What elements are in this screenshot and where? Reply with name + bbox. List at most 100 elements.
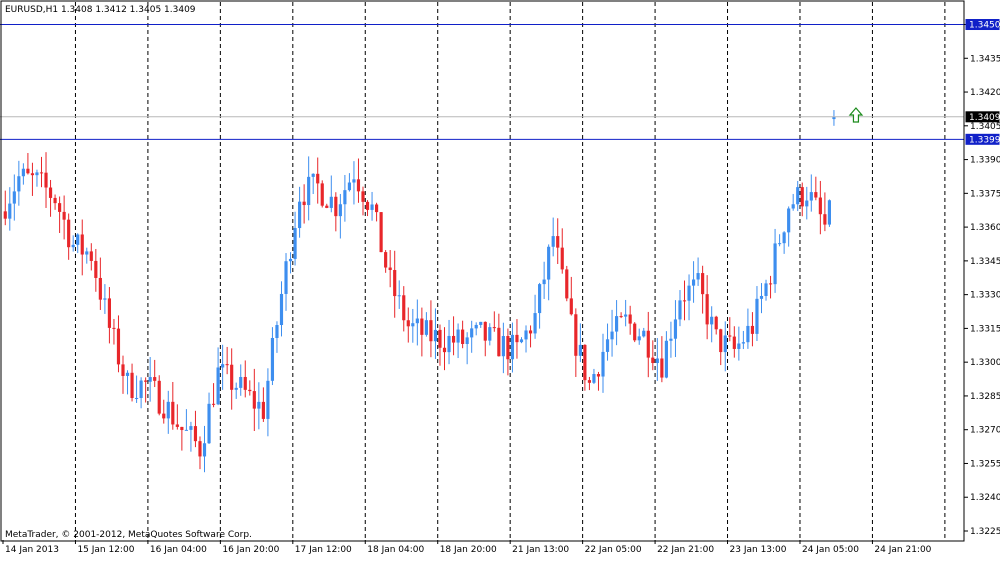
candle-body <box>569 298 573 315</box>
candle-body <box>678 300 682 320</box>
candle-body <box>329 196 333 208</box>
time-tick-label: 15 Jan 12:00 <box>77 545 134 555</box>
candle-body <box>98 277 102 300</box>
candle-body <box>266 380 270 419</box>
candle-body <box>116 328 121 365</box>
candle-body <box>474 324 478 329</box>
copyright-text: MetaTrader, © 2001-2012, MetaQuotes Soft… <box>5 530 252 540</box>
candle-body <box>58 203 62 212</box>
time-tick-label: 23 Jan 13:00 <box>730 545 787 555</box>
time-tick-label: 17 Jan 12:00 <box>295 545 352 555</box>
candle-body <box>71 244 75 248</box>
candle-body <box>691 279 696 286</box>
candle-body <box>651 357 655 364</box>
candle-body <box>393 270 397 297</box>
candle-body <box>592 374 596 383</box>
candle-body <box>637 336 641 341</box>
time-tick-label: 16 Jan 04:00 <box>150 545 207 555</box>
candle-body <box>243 376 247 390</box>
candle-body <box>139 380 143 398</box>
candle-body <box>556 236 560 248</box>
candle-body <box>30 173 35 176</box>
candle-body <box>633 323 637 341</box>
candle-body <box>560 247 564 270</box>
candle-body <box>510 334 515 360</box>
candle-body <box>456 329 460 343</box>
candle-body <box>750 325 755 334</box>
level-badge-label: 1.3399 <box>969 135 1000 145</box>
chart-canvas[interactable]: 1.3450 1.3435 1.3420 1.3405 1.3390 1.3375 1.33… <box>0 0 1000 557</box>
symbol-header: EURUSD,H1 1.3408 1.3412 1.3405 1.3409 <box>5 5 196 15</box>
candle-body <box>202 443 207 457</box>
candle-body <box>384 252 388 268</box>
candle-body <box>778 243 782 245</box>
candle-body <box>818 197 822 215</box>
candle-body <box>596 374 601 377</box>
candle-body <box>193 426 198 442</box>
candle-body <box>76 234 80 245</box>
candle-body <box>361 191 365 202</box>
candle-body <box>710 316 714 325</box>
candle-body <box>628 314 632 324</box>
candle-body <box>669 338 673 341</box>
candle-body <box>85 251 89 255</box>
candle-body <box>26 168 30 174</box>
candle-body <box>610 331 614 340</box>
candle-body <box>175 424 179 427</box>
time-tick-label: 14 Jan 2013 <box>5 545 59 555</box>
candle-body <box>388 267 392 271</box>
candle-body <box>89 251 93 261</box>
candle-body <box>605 339 610 352</box>
candle-body <box>207 403 211 444</box>
price-tick-label: 1.3345 <box>970 257 1000 267</box>
price-chart[interactable]: 1.3450 1.3435 1.3420 1.3405 1.3390 1.3375 1.33… <box>0 0 1000 557</box>
candle-body <box>17 176 21 192</box>
candle-body <box>533 313 537 334</box>
candle-body <box>827 200 831 225</box>
candle-body <box>302 201 306 206</box>
candle-body <box>221 364 225 368</box>
candle-body <box>519 339 524 343</box>
candle-body <box>479 321 483 325</box>
candle-body <box>48 187 53 198</box>
candle-body <box>646 330 650 358</box>
price-tick-label: 1.3240 <box>970 493 1000 503</box>
candle-body <box>248 389 252 392</box>
candle-body <box>107 298 111 328</box>
candle-body <box>402 295 406 321</box>
candle-body <box>574 314 578 356</box>
price-tick-label: 1.3285 <box>970 392 1000 402</box>
candle-body <box>3 211 7 219</box>
candle-body <box>746 325 750 343</box>
candle-body <box>442 347 447 353</box>
candle-body <box>67 219 71 248</box>
candle-body <box>415 318 419 324</box>
candle-body <box>420 318 424 335</box>
time-tick-label: 22 Jan 05:00 <box>585 545 642 555</box>
candle-body <box>732 336 736 349</box>
candle-body <box>62 211 66 220</box>
candle-body <box>492 327 496 329</box>
candle-body <box>53 197 57 204</box>
candle-body <box>148 377 152 382</box>
candle-body <box>144 380 148 382</box>
candle-body <box>370 204 374 210</box>
candle-body <box>755 298 759 334</box>
candle-body <box>153 377 157 381</box>
candle-body <box>696 273 700 280</box>
candle-body <box>465 337 469 344</box>
candle-body <box>103 298 107 300</box>
candle-body <box>447 335 451 353</box>
candle-body <box>528 330 533 334</box>
candle-body <box>298 201 302 229</box>
candle-body <box>316 173 320 184</box>
time-tick-label: 18 Jan 20:00 <box>440 545 497 555</box>
candle-body <box>39 172 44 174</box>
price-tick-label: 1.3405 <box>970 122 1000 132</box>
candle-body <box>619 316 623 318</box>
candle-body <box>21 168 25 177</box>
candle-body <box>171 401 175 425</box>
candle-body <box>230 364 234 390</box>
price-tick-label: 1.3300 <box>970 358 1000 368</box>
candle-body <box>429 320 433 342</box>
